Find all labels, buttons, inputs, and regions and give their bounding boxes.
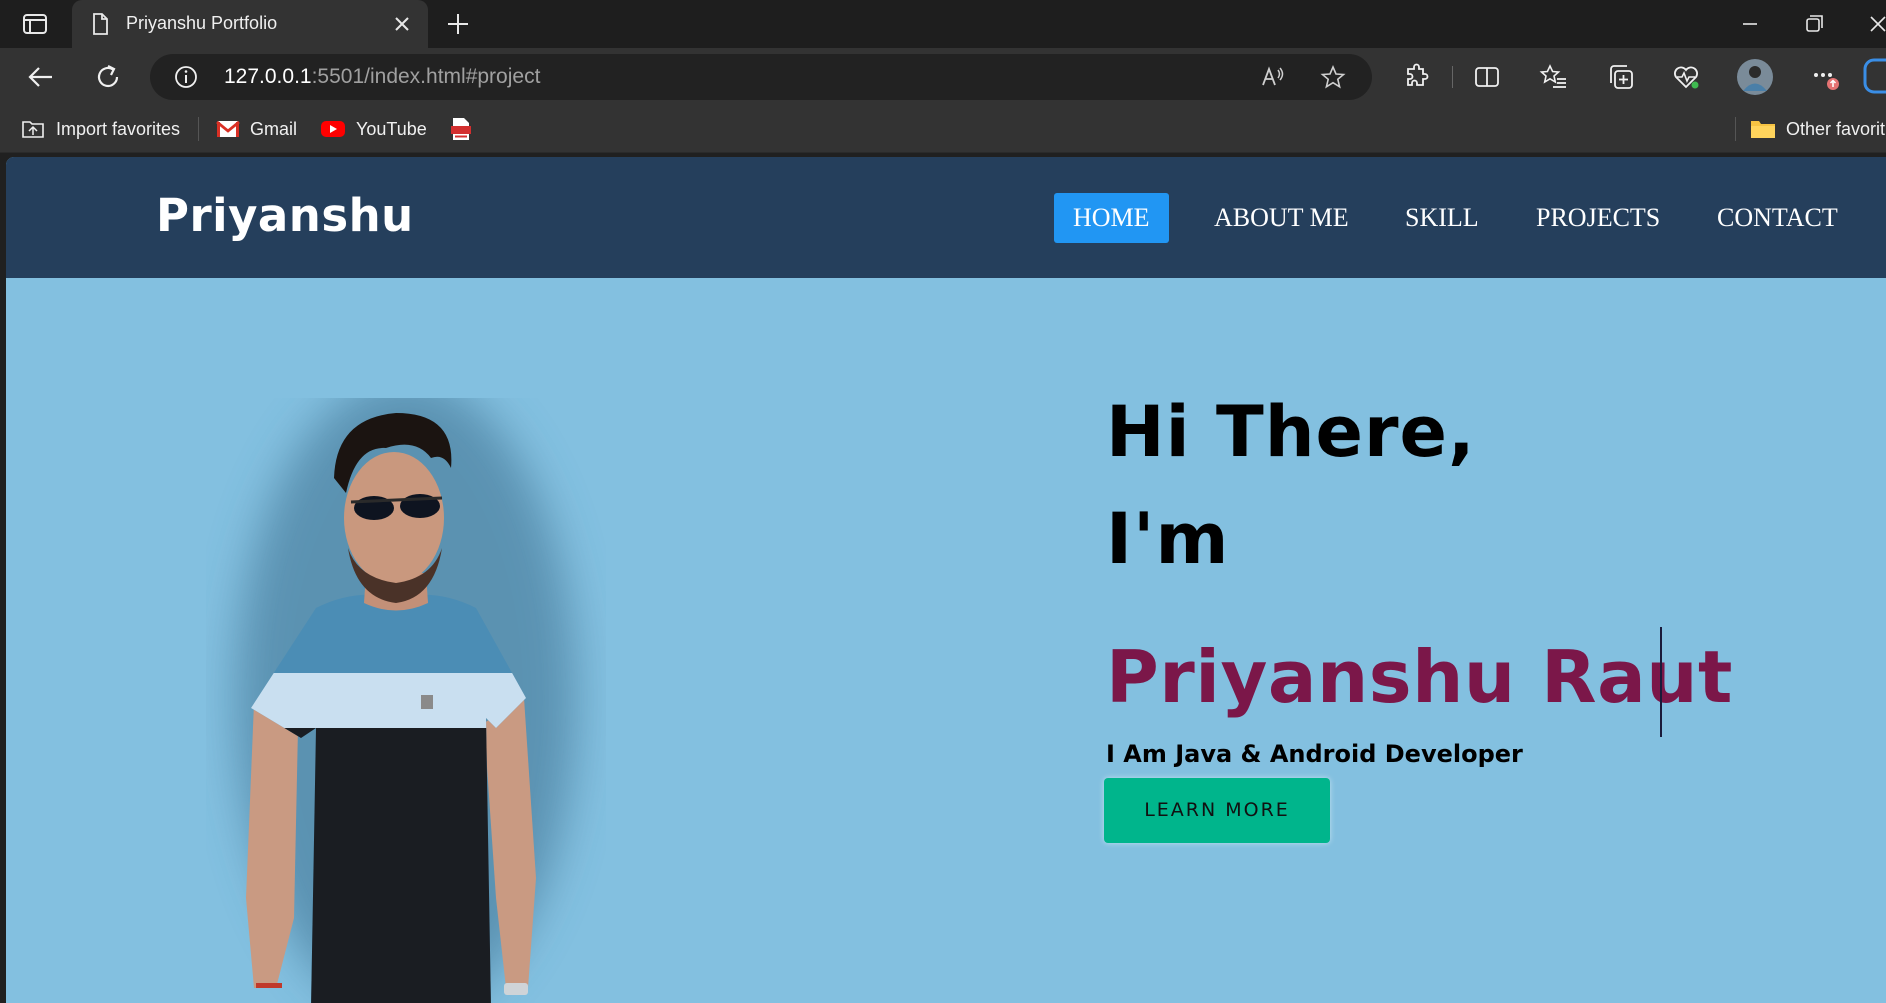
active-tab[interactable]: Priyanshu Portfolio [72,0,428,48]
favorite-label: Gmail [250,118,298,139]
favorite-gmail[interactable]: Gmail [216,117,297,141]
favorite-label: YouTube [356,118,427,139]
typing-caret [1660,627,1662,737]
browser-toolbar: 127.0.0.1:5501/index.html#project [0,48,1886,105]
close-tab-icon[interactable] [390,12,414,36]
profile-photo [236,398,576,1003]
favorite-star-icon[interactable] [1320,64,1346,90]
import-favorites-icon [22,121,44,138]
minimize-icon[interactable] [1736,10,1764,38]
tab-title: Priyanshu Portfolio [126,13,278,33]
browser-tab-bar: Priyanshu Portfolio [0,0,1886,48]
favorites-separator [198,117,199,141]
pdf-icon [451,118,471,140]
other-favorites-label: Other favorit [1786,118,1886,139]
learn-more-button[interactable]: LEARN MORE [1104,778,1330,843]
other-favorites[interactable]: Other favorit [1750,117,1885,141]
page-viewport: Priyanshu HOME ABOUT ME SKILL PROJECTS C… [6,157,1886,1003]
favorites-bar: Import favorites Gmail YouTube Other fav… [0,105,1886,153]
favorite-label: Import favorites [56,118,181,139]
hero-intro: I'm [1106,498,1230,580]
address-bar[interactable]: 127.0.0.1:5501/index.html#project [150,54,1372,100]
back-arrow-icon[interactable] [26,62,56,92]
collections-icon[interactable] [1606,62,1636,92]
url-path: :5501/index.html#project [311,65,541,88]
hero-subtitle: I Am Java & Android Developer [1106,740,1523,768]
favorite-youtube[interactable]: YouTube [320,117,427,141]
page-icon [93,13,108,35]
folder-icon [1751,121,1775,138]
toolbar-separator [1452,66,1453,88]
url-host: 127.0.0.1 [224,65,312,88]
nav-contact[interactable]: CONTACT [1698,193,1857,243]
nav-skill[interactable]: SKILL [1386,193,1498,243]
new-tab-icon[interactable] [444,10,472,38]
copilot-icon[interactable] [1862,56,1886,96]
gmail-icon [216,120,240,137]
favorite-pdf[interactable] [449,117,483,141]
restore-icon[interactable] [1800,10,1828,38]
nav-home[interactable]: HOME [1054,193,1169,243]
hero-section: Hi There, I'm Priyanshu Raut I Am Java &… [6,278,1886,1003]
url-text[interactable]: 127.0.0.1:5501/index.html#project [224,65,540,89]
nav-about-me[interactable]: ABOUT ME [1195,193,1368,243]
more-options-icon[interactable] [1810,62,1840,92]
youtube-icon [321,121,345,137]
hero-greeting: Hi There, [1106,391,1476,473]
refresh-icon[interactable] [93,62,123,92]
site-navbar: Priyanshu HOME ABOUT ME SKILL PROJECTS C… [6,157,1886,278]
browser-essentials-icon[interactable] [1671,62,1701,92]
tab-actions-icon[interactable] [20,12,50,36]
nav-projects[interactable]: PROJECTS [1517,193,1679,243]
site-logo[interactable]: Priyanshu [156,189,414,242]
split-screen-icon[interactable] [1472,62,1502,92]
site-info-icon[interactable] [174,65,198,89]
favorites-icon[interactable] [1539,62,1569,92]
profile-avatar[interactable] [1736,58,1774,96]
read-aloud-icon[interactable] [1260,64,1286,90]
extensions-icon[interactable] [1401,62,1431,92]
hero-name: Priyanshu Raut [1106,635,1733,719]
favorites-separator [1735,117,1736,141]
close-window-icon[interactable] [1864,10,1886,38]
favorite-import[interactable]: Import favorites [20,117,180,141]
